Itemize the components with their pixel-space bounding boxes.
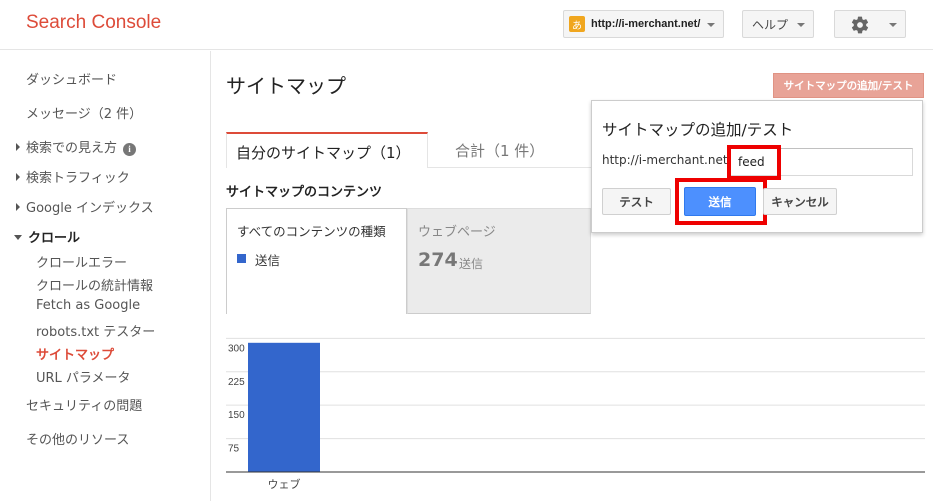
site-favicon-icon: あ bbox=[569, 16, 585, 32]
url-prefix: http://i-merchant.net/ bbox=[602, 153, 732, 167]
tabs-divider bbox=[428, 167, 593, 168]
gear-icon bbox=[851, 16, 869, 34]
test-button[interactable]: テスト bbox=[602, 188, 671, 215]
sidebar-item-search-traffic[interactable]: 検索トラフィック bbox=[16, 167, 130, 186]
sidebar-item-google-index[interactable]: Google インデックス bbox=[16, 197, 154, 216]
tab-my-sitemaps[interactable]: 自分のサイトマップ（1） bbox=[226, 132, 428, 168]
sidebar-item-search-appearance[interactable]: 検索での見え方 i bbox=[16, 137, 137, 156]
sidebar-item-label: 検索トラフィック bbox=[26, 171, 130, 186]
sidebar-item-label: クロール bbox=[28, 231, 81, 246]
sidebar-item-other-resources[interactable]: その他のリソース bbox=[26, 429, 129, 448]
chevron-down-icon bbox=[797, 23, 805, 27]
legend-swatch bbox=[237, 254, 246, 263]
site-selector[interactable]: あ http://i-merchant.net/ bbox=[563, 10, 724, 38]
sidebar-item-label: Google インデックス bbox=[26, 201, 154, 216]
chevron-down-icon bbox=[889, 23, 897, 27]
sidebar-item-messages[interactable]: メッセージ（2 件） bbox=[26, 103, 142, 122]
add-test-sitemap-button[interactable]: サイトマップの追加/テスト bbox=[773, 73, 924, 98]
sidebar-item-crawl[interactable]: クロール bbox=[14, 227, 80, 246]
chevron-down-icon bbox=[14, 235, 22, 240]
y-tick-label: 225 bbox=[228, 377, 245, 388]
y-tick-label: 300 bbox=[228, 343, 245, 354]
content-type-card-web[interactable]: ウェブページ 274 送信 bbox=[407, 208, 591, 314]
sidebar-item-security-issues[interactable]: セキュリティの問題 bbox=[26, 395, 142, 414]
chevron-right-icon bbox=[16, 173, 20, 181]
y-tick-label: 150 bbox=[228, 410, 245, 421]
app-logo[interactable]: Search Console bbox=[26, 12, 161, 34]
help-label: ヘルプ bbox=[752, 17, 789, 32]
chevron-down-icon bbox=[707, 23, 715, 27]
page-title: サイトマップ bbox=[226, 74, 346, 98]
site-url-label: http://i-merchant.net/ bbox=[591, 18, 701, 30]
dialog-title: サイトマップの追加/テスト bbox=[602, 121, 794, 139]
section-title: サイトマップのコンテンツ bbox=[226, 185, 383, 200]
help-button[interactable]: ヘルプ bbox=[742, 10, 814, 38]
sitemap-chart: 300 225 150 75 ウェブ bbox=[226, 333, 925, 498]
sidebar-item-sitemaps[interactable]: サイトマップ bbox=[36, 344, 114, 363]
legend-label: 送信 bbox=[255, 253, 281, 268]
sidebar-item-url-parameters[interactable]: URL パラメータ bbox=[36, 367, 131, 386]
tab-all[interactable]: 合計（1 件） bbox=[455, 140, 544, 161]
y-tick-label: 75 bbox=[228, 444, 240, 455]
x-tick-label: ウェブ bbox=[268, 477, 301, 491]
submit-button[interactable]: 送信 bbox=[684, 187, 756, 216]
bar bbox=[248, 342, 320, 472]
card-title: ウェブページ bbox=[418, 225, 496, 240]
sitemap-path-input[interactable] bbox=[727, 148, 913, 176]
chevron-right-icon bbox=[16, 203, 20, 211]
submitted-unit: 送信 bbox=[459, 257, 484, 271]
sidebar-item-robots-tester[interactable]: robots.txt テスター bbox=[36, 321, 155, 340]
sidebar-item-label: 検索での見え方 bbox=[26, 141, 118, 156]
settings-button[interactable] bbox=[834, 10, 906, 38]
sidebar: ダッシュボード メッセージ（2 件） 検索での見え方 i 検索トラフィック Goo… bbox=[0, 51, 211, 501]
top-header: Search Console あ http://i-merchant.net/ … bbox=[0, 0, 933, 50]
sidebar-item-dashboard[interactable]: ダッシュボード bbox=[26, 69, 117, 88]
sidebar-item-crawl-errors[interactable]: クロールエラー bbox=[36, 252, 127, 271]
chevron-right-icon bbox=[16, 143, 20, 151]
cancel-button[interactable]: キャンセル bbox=[763, 188, 837, 215]
sidebar-item-crawl-stats[interactable]: クロールの統計情報 bbox=[36, 275, 153, 294]
submitted-count: 274 bbox=[418, 249, 458, 271]
sidebar-item-fetch-as-google[interactable]: Fetch as Google bbox=[36, 298, 140, 313]
card-title: すべてのコンテンツの種類 bbox=[237, 224, 386, 239]
content-type-card-all[interactable]: すべてのコンテンツの種類 送信 bbox=[226, 208, 407, 314]
chart-svg: 300 225 150 75 ウェブ bbox=[226, 337, 925, 491]
info-icon[interactable]: i bbox=[123, 142, 137, 156]
add-sitemap-dialog: サイトマップの追加/テスト http://i-merchant.net/ テスト… bbox=[591, 100, 923, 233]
